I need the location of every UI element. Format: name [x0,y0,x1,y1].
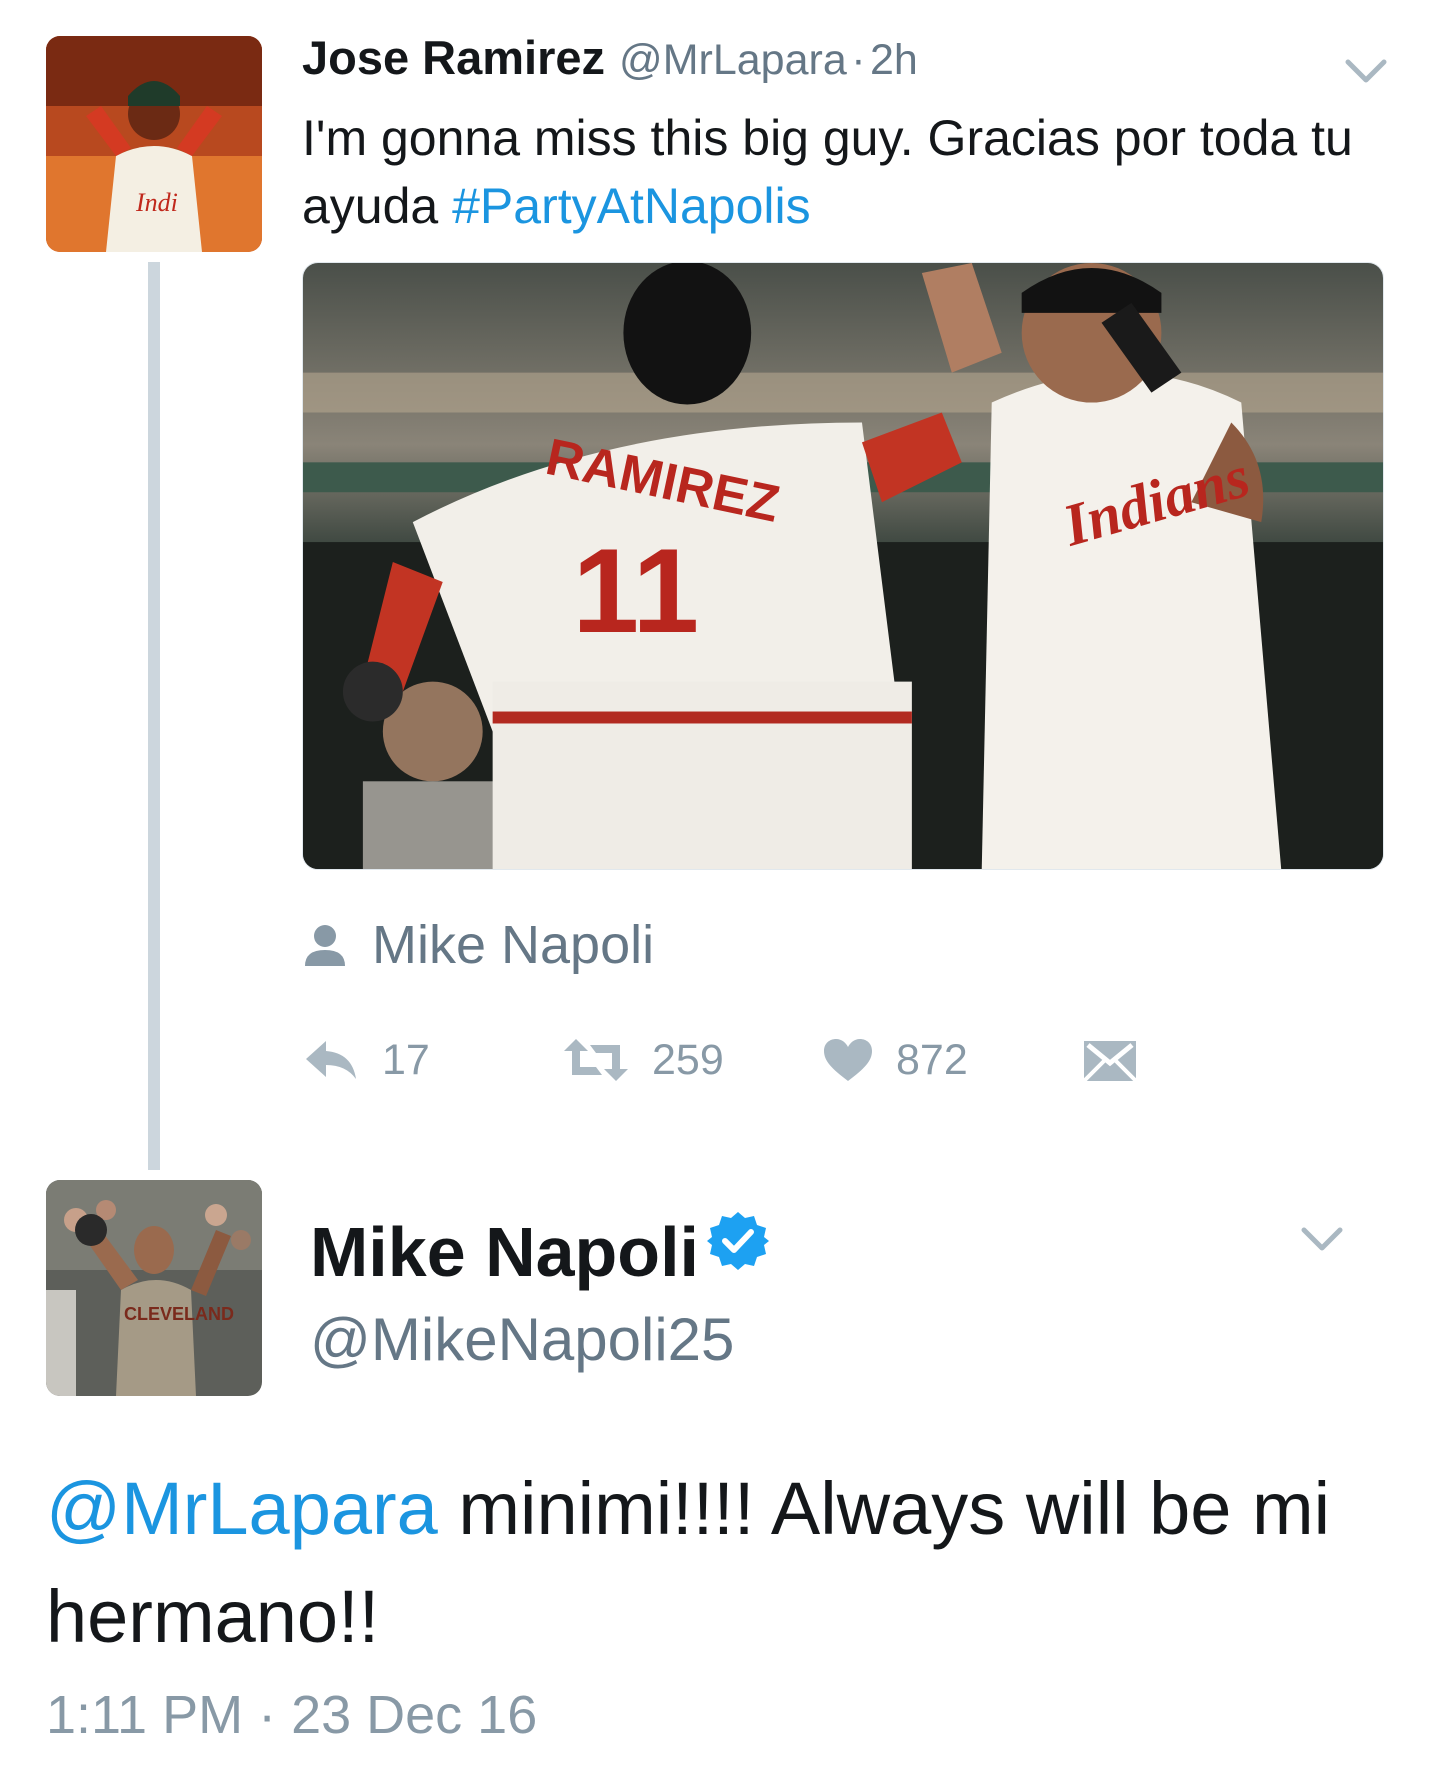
svg-text:11: 11 [573,525,700,658]
reply-count: 17 [382,1035,430,1084]
hashtag-link[interactable]: #PartyAtNapolis [452,178,811,234]
svg-text:CLEVELAND: CLEVELAND [124,1304,234,1324]
reply-tweet-text: @MrLapara minimi!!!! Always will be mi h… [46,1455,1396,1671]
reply-author-name[interactable]: Mike Napoli [310,1210,699,1294]
heart-icon [824,1039,872,1081]
tagged-user-name[interactable]: Mike Napoli [372,914,654,976]
thread-connector-line [148,262,160,1170]
verified-badge-icon [707,1212,769,1270]
like-button[interactable]: 872 [822,1028,968,1092]
person-icon [305,925,345,966]
envelope-icon [1082,1041,1138,1083]
tweet-actions: 17 259 872 [302,1028,1262,1092]
like-count: 872 [896,1035,968,1084]
tweet-header: Jose Ramirez @MrLapara · 2h [302,30,918,94]
svg-text:Indi: Indi [135,188,178,217]
tweet-text: I'm gonna miss this big guy. Gracias por… [302,104,1412,240]
separator-dot: · [851,36,866,84]
tweet-photo[interactable]: RAMIREZ 11 Indians [302,262,1384,870]
jose-ramirez-avatar[interactable]: Indi [46,36,262,252]
reply-button[interactable]: 17 [302,1028,430,1092]
retweet-button[interactable]: 259 [562,1028,724,1092]
author-name[interactable]: Jose Ramirez [302,31,605,84]
chevron-down-icon[interactable] [1344,56,1388,86]
author-handle[interactable]: @MrLapara [619,36,847,84]
reply-timestamp[interactable]: 1:11 PM · 23 Dec 16 [46,1680,537,1750]
mention-link[interactable]: @MrLapara [46,1467,438,1550]
direct-message-button[interactable] [1082,1028,1138,1092]
reply-author-handle[interactable]: @MikeNapoli25 [310,1302,734,1378]
retweet-count: 259 [652,1035,724,1084]
reply-icon [306,1041,356,1079]
tagged-user[interactable]: Mike Napoli [302,910,654,980]
mike-napoli-avatar[interactable]: CLEVELAND [46,1180,262,1396]
chevron-down-icon[interactable] [1300,1224,1344,1254]
tweet-time[interactable]: 2h [870,36,918,84]
retweet-icon [564,1039,628,1081]
